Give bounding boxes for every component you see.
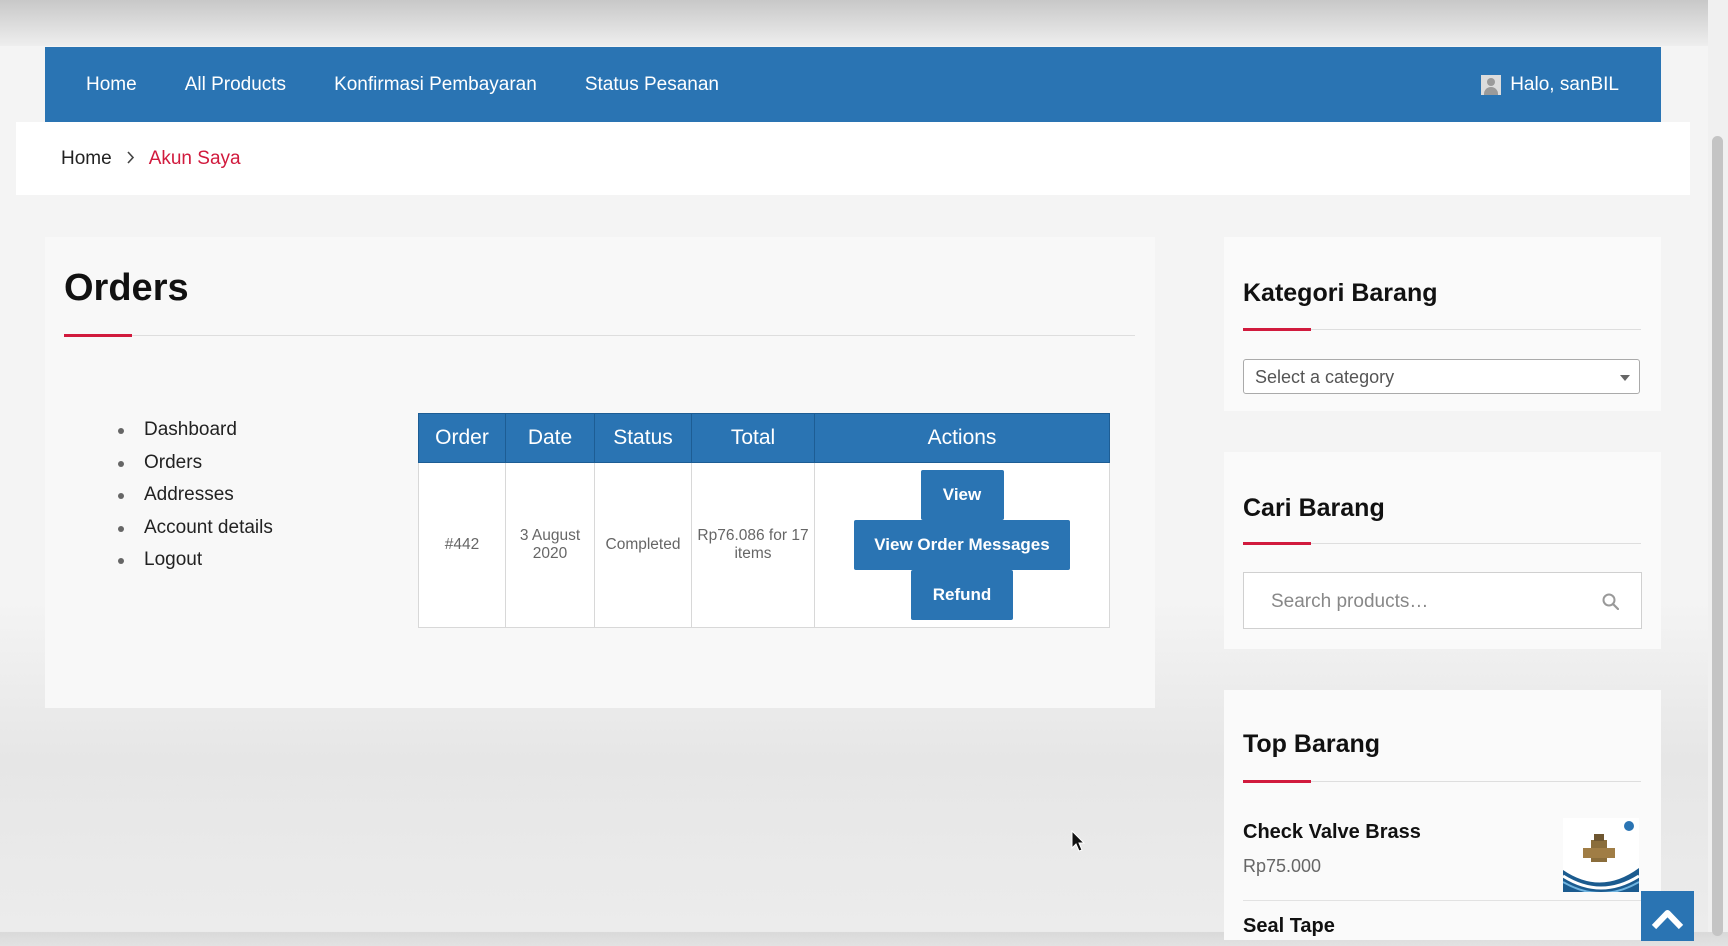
top-products-title: Top Barang	[1243, 730, 1381, 758]
arrow-up-icon	[1651, 910, 1684, 930]
scroll-to-top-button[interactable]	[1641, 891, 1694, 941]
category-widget: Kategori Barang Select a category	[1224, 237, 1661, 411]
order-status: Completed	[594, 462, 692, 628]
account-navigation: Dashboard Orders Addresses Account detai…	[118, 414, 273, 577]
user-icon	[1481, 74, 1502, 95]
product-divider	[1243, 900, 1641, 901]
account-nav-orders[interactable]: Orders	[144, 452, 202, 473]
caret-down-icon	[1620, 375, 1630, 381]
main-navbar: Home All Products Konfirmasi Pembayaran …	[45, 47, 1661, 122]
title-divider	[64, 335, 1135, 336]
account-nav-item: Orders	[118, 447, 273, 480]
account-nav-item: Addresses	[118, 479, 273, 512]
account-nav-item: Account details	[118, 512, 273, 545]
column-header-status: Status	[594, 413, 692, 463]
page-scrollbar[interactable]	[1708, 0, 1728, 936]
account-nav-account-details[interactable]: Account details	[144, 517, 273, 538]
orders-table: Order Date Status Total Actions #442 3 A…	[418, 413, 1110, 628]
table-header-row: Order Date Status Total Actions	[418, 413, 1110, 463]
column-header-actions: Actions	[814, 413, 1110, 463]
view-order-messages-button[interactable]: View Order Messages	[854, 520, 1070, 570]
search-icon[interactable]	[1602, 593, 1619, 610]
order-actions-cell: View View Order Messages Refund	[814, 462, 1110, 628]
account-nav-logout[interactable]: Logout	[144, 549, 202, 570]
column-header-total: Total	[691, 413, 815, 463]
category-widget-title: Kategori Barang	[1243, 279, 1438, 307]
nav-konfirmasi-pembayaran[interactable]: Konfirmasi Pembayaran	[334, 74, 537, 96]
column-header-date: Date	[505, 413, 595, 463]
nav-all-products[interactable]: All Products	[185, 74, 286, 96]
view-order-button[interactable]: View	[920, 470, 1004, 520]
scrollbar-thumb[interactable]	[1712, 136, 1723, 936]
mouse-cursor-icon	[1071, 830, 1086, 852]
title-accent-line	[64, 334, 132, 337]
account-nav-item: Dashboard	[118, 414, 273, 447]
column-header-order: Order	[418, 413, 506, 463]
nav-status-pesanan[interactable]: Status Pesanan	[585, 74, 719, 96]
widget-accent-line	[1243, 542, 1311, 545]
search-widget-title: Cari Barang	[1243, 494, 1385, 522]
widget-accent-line	[1243, 780, 1311, 783]
table-row: #442 3 August 2020 Completed Rp76.086 fo…	[418, 462, 1110, 628]
product-title[interactable]: Seal Tape	[1243, 915, 1335, 938]
user-greeting: Halo, sanBIL	[1510, 73, 1619, 95]
breadcrumb: Home Akun Saya	[61, 148, 241, 170]
chevron-right-icon	[126, 149, 135, 169]
breadcrumb-bar: Home Akun Saya	[16, 122, 1690, 195]
search-widget: Cari Barang Search products…	[1224, 452, 1661, 649]
category-select-value: Select a category	[1255, 367, 1395, 387]
account-nav-addresses[interactable]: Addresses	[144, 484, 234, 505]
nav-home[interactable]: Home	[86, 74, 137, 96]
order-number[interactable]: #442	[418, 462, 506, 628]
page-title: Orders	[64, 267, 189, 309]
product-thumbnail[interactable]	[1563, 818, 1639, 892]
product-price: Rp75.000	[1243, 856, 1322, 876]
user-menu[interactable]: Halo, sanBIL	[1481, 47, 1619, 122]
top-products-widget: Top Barang Check Valve Brass Rp75.000 Se…	[1224, 690, 1661, 940]
category-select[interactable]: Select a category	[1243, 359, 1640, 394]
account-nav-dashboard[interactable]: Dashboard	[144, 419, 237, 440]
top-background	[0, 0, 1728, 46]
widget-accent-line	[1243, 328, 1311, 331]
order-total: Rp76.086 for 17 items	[691, 462, 815, 628]
account-nav-item: Logout	[118, 544, 273, 577]
search-input[interactable]: Search products…	[1243, 572, 1642, 629]
order-date: 3 August 2020	[505, 462, 595, 628]
product-title[interactable]: Check Valve Brass	[1243, 821, 1421, 844]
orders-panel: Orders Dashboard Orders Addresses Accoun…	[45, 237, 1155, 708]
refund-button[interactable]: Refund	[911, 570, 1013, 620]
breadcrumb-current: Akun Saya	[148, 148, 241, 169]
search-placeholder: Search products…	[1271, 591, 1429, 612]
breadcrumb-home[interactable]: Home	[61, 148, 112, 170]
